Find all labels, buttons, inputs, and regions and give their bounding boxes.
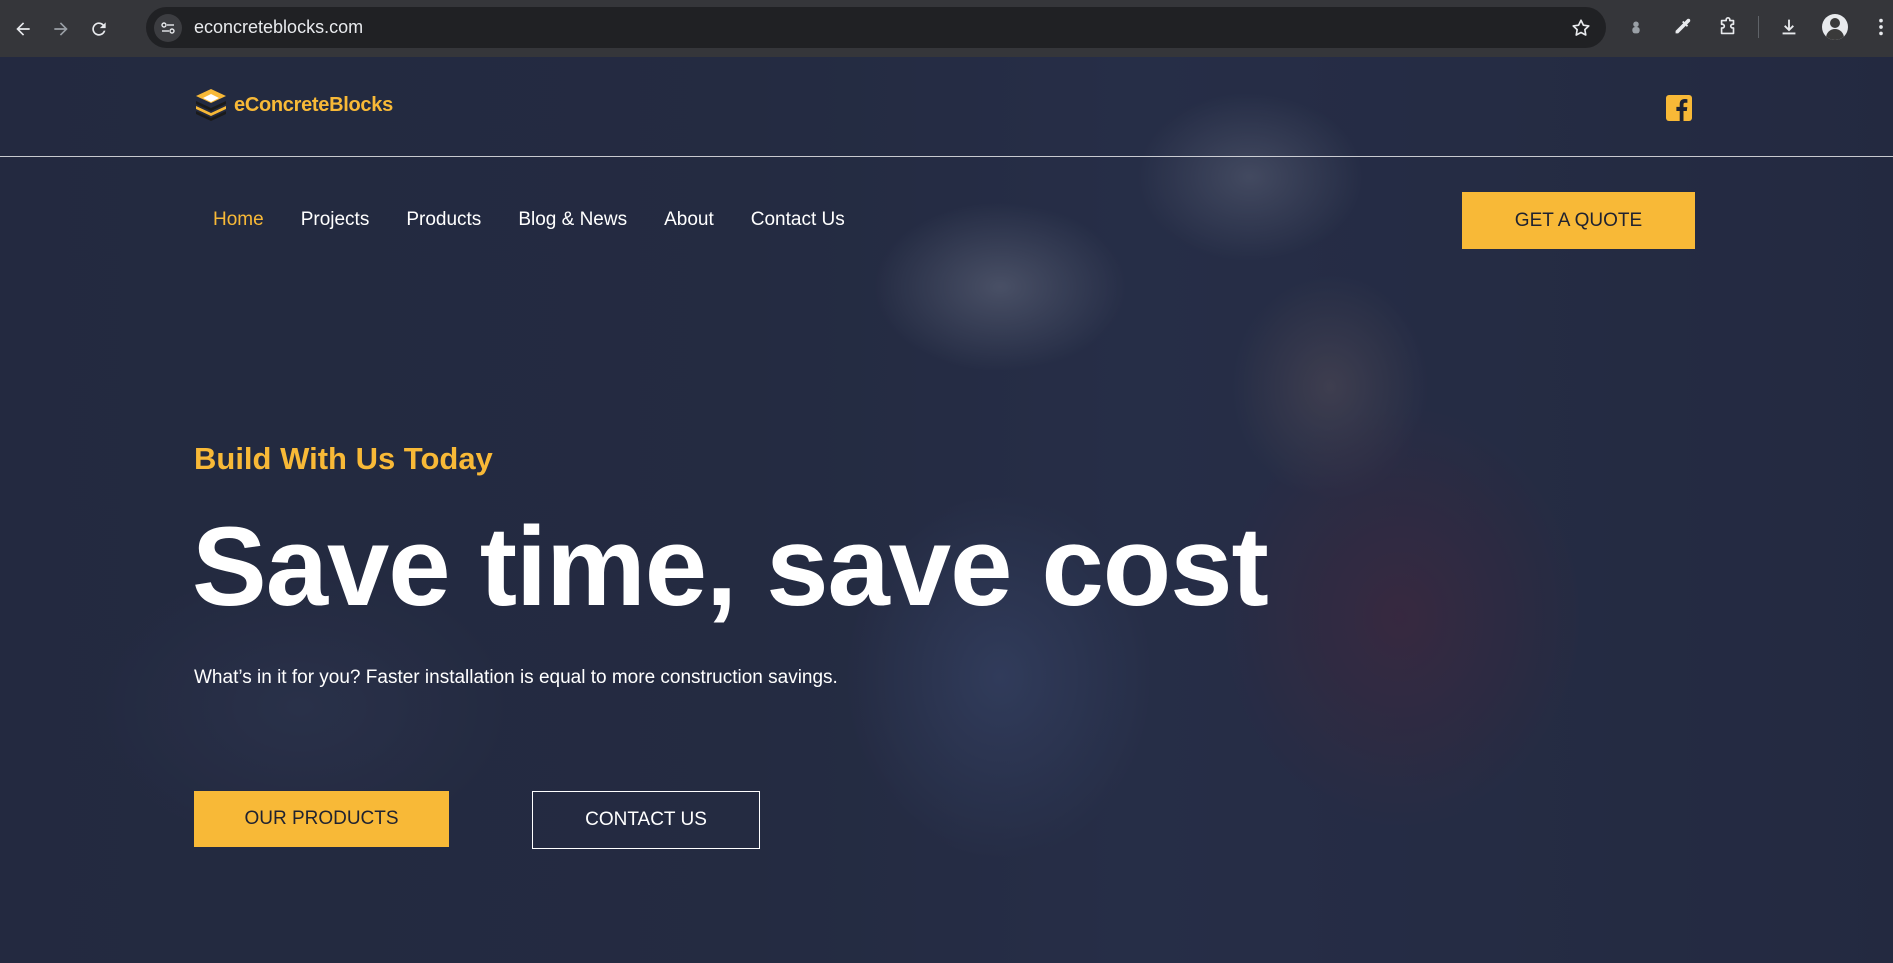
facebook-icon <box>1676 99 1688 121</box>
nav-item-blog-news[interactable]: Blog & News <box>518 209 627 231</box>
toolbar-divider <box>1758 16 1759 38</box>
get-quote-button[interactable]: GET A QUOTE <box>1462 192 1695 249</box>
eyedropper-button[interactable] <box>1666 11 1698 43</box>
site-info-icon[interactable] <box>154 13 182 42</box>
url-text[interactable]: econcreteblocks.com <box>194 17 363 38</box>
toolbar-actions <box>1620 11 1893 43</box>
extension-button[interactable] <box>1620 11 1652 43</box>
back-icon <box>16 21 30 36</box>
address-bar[interactable]: econcreteblocks.com <box>146 7 1606 48</box>
nav-item-products[interactable]: Products <box>406 209 481 231</box>
profile-button[interactable] <box>1819 11 1851 43</box>
reload-button[interactable] <box>82 12 116 46</box>
contact-us-button[interactable]: CONTACT US <box>532 791 760 849</box>
nav-item-projects[interactable]: Projects <box>301 209 370 231</box>
header-divider <box>0 156 1893 157</box>
main-nav: Home Projects Products Blog & News About… <box>213 209 845 231</box>
facebook-link[interactable] <box>1666 95 1692 121</box>
hero-headline: Save time, save cost <box>192 504 1269 629</box>
more-vert-icon <box>1879 18 1883 36</box>
downloads-button[interactable] <box>1773 11 1805 43</box>
reload-icon <box>92 21 106 36</box>
nav-item-about[interactable]: About <box>664 209 714 231</box>
logo-text: eConcreteBlocks <box>234 93 393 116</box>
eyedropper-icon <box>1675 18 1691 34</box>
forward-icon <box>54 21 68 36</box>
browser-toolbar: econcreteblocks.com <box>0 0 1893 57</box>
our-products-button[interactable]: OUR PRODUCTS <box>194 791 449 847</box>
nav-item-contact[interactable]: Contact Us <box>751 209 845 231</box>
profile-avatar <box>1822 14 1848 40</box>
back-button[interactable] <box>6 12 40 46</box>
nav-item-home[interactable]: Home <box>213 209 264 231</box>
logo-blocks-icon <box>196 89 226 121</box>
hero-subtext: What’s in it for you? Faster installatio… <box>194 667 838 688</box>
download-icon <box>1782 19 1796 35</box>
bookmark-star-icon[interactable] <box>1570 17 1592 39</box>
extension-icon <box>1632 21 1640 34</box>
site-logo[interactable]: eConcreteBlocks <box>194 87 393 123</box>
chrome-menu-button[interactable] <box>1865 11 1893 43</box>
extensions-button[interactable] <box>1712 11 1744 43</box>
hero-tagline: Build With Us Today <box>194 441 493 476</box>
forward-button[interactable] <box>44 12 78 46</box>
puzzle-icon <box>1720 17 1735 35</box>
hero-section: eConcreteBlocks Home Projects Products B… <box>0 57 1893 963</box>
